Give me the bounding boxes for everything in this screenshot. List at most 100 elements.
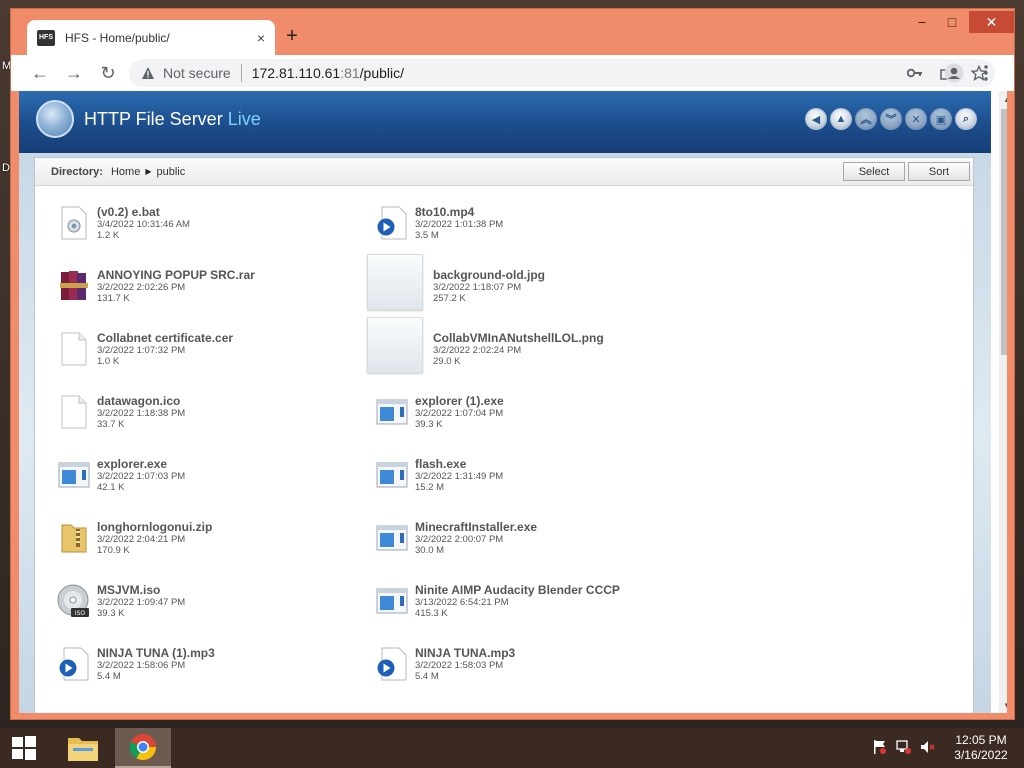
file-name[interactable]: datawagon.ico — [97, 394, 180, 408]
executable-icon — [375, 583, 409, 619]
file-item[interactable]: explorer.exe 3/2/2022 1:07:03 PM 42.1 K — [57, 457, 357, 513]
back-icon[interactable]: ◀ — [805, 108, 827, 130]
file-size: 30.0 M — [415, 545, 445, 556]
file-name[interactable]: CollabVMInANutshellLOL.png — [433, 331, 604, 345]
file-size: 131.7 K — [97, 293, 130, 304]
breadcrumb-arrow-icon: ▶ — [145, 167, 152, 176]
file-item[interactable]: flash.exe 3/2/2022 1:31:49 PM 15.2 M — [375, 457, 675, 513]
forward-button[interactable]: → — [59, 58, 89, 88]
warning-icon[interactable] — [141, 66, 155, 80]
maximize-button[interactable]: □ — [937, 11, 967, 33]
system-clock[interactable]: 12:05 PM 3/16/2022 — [948, 733, 1014, 763]
volume-muted-icon[interactable] — [920, 738, 936, 756]
file-date: 3/2/2022 2:00:07 PM — [415, 534, 504, 545]
file-name[interactable]: explorer.exe — [97, 457, 167, 471]
file-name[interactable]: ANNOYING POPUP SRC.rar — [97, 268, 255, 282]
directory-label: Directory: — [51, 165, 103, 178]
lock-icon[interactable]: ▣ — [930, 108, 952, 130]
file-item[interactable]: background-old.jpg 3/2/2022 1:18:07 PM 2… — [367, 254, 667, 310]
file-item[interactable]: MinecraftInstaller.exe 3/2/2022 2:00:07 … — [375, 520, 675, 576]
file-item[interactable]: ISO MSJVM.iso 3/2/2022 1:09:47 PM 39.3 K — [57, 583, 357, 639]
new-tab-button[interactable]: + — [279, 23, 305, 49]
page-viewport: HTTP File Server Live ◀ ▲ ︽ ︾ ✕ ▣ ⌕ Dire… — [19, 91, 1007, 713]
file-item[interactable]: explorer (1).exe 3/2/2022 1:07:04 PM 39.… — [375, 394, 675, 450]
image-thumbnail[interactable] — [367, 254, 423, 310]
file-item[interactable]: longhornlogonui.zip 3/2/2022 2:04:21 PM … — [57, 520, 357, 576]
svg-text:ISO: ISO — [75, 610, 86, 617]
file-name[interactable]: longhornlogonui.zip — [97, 520, 212, 534]
file-item[interactable]: Ninite AIMP Audacity Blender CCCP 3/13/2… — [375, 583, 675, 639]
hfs-favicon-icon: HFS — [37, 29, 55, 46]
file-date: 3/2/2022 1:31:49 PM — [415, 471, 504, 482]
sort-button[interactable]: Sort — [908, 162, 970, 181]
close-window-button[interactable]: ✕ — [969, 11, 1014, 33]
chrome-icon[interactable] — [115, 728, 171, 768]
up-icon[interactable]: ▲ — [830, 108, 852, 130]
file-name[interactable]: 8to10.mp4 — [415, 205, 474, 219]
scroll-down-icon[interactable]: ▼ — [999, 697, 1007, 713]
file-name[interactable]: MinecraftInstaller.exe — [415, 520, 537, 534]
file-date: 3/2/2022 2:02:24 PM — [433, 345, 522, 356]
executable-icon — [375, 457, 409, 493]
file-name[interactable]: background-old.jpg — [433, 268, 545, 282]
desktop-icon-label[interactable]: D — [2, 162, 10, 174]
file-size: 3.5 M — [415, 230, 439, 241]
file-item[interactable]: (v0.2) e.bat 3/4/2022 10:31:46 AM 1.2 K — [57, 205, 357, 261]
back-button[interactable]: ← — [25, 58, 55, 88]
file-name[interactable]: (v0.2) e.bat — [97, 205, 160, 219]
file-item[interactable]: NINJA TUNA.mp3 3/2/2022 1:58:03 PM 5.4 M — [375, 646, 675, 702]
executable-icon — [375, 520, 409, 556]
collapse-icon[interactable]: ︾ — [880, 108, 902, 130]
reload-button[interactable]: ↻ — [93, 58, 123, 88]
file-name[interactable]: explorer (1).exe — [415, 394, 504, 408]
address-bar[interactable]: Not secure 172.81.110.61:81/public/ — [129, 59, 995, 87]
file-name[interactable]: NINJA TUNA.mp3 — [415, 646, 515, 660]
file-date: 3/2/2022 1:58:06 PM — [97, 660, 186, 671]
image-thumbnail[interactable] — [367, 317, 423, 373]
media-file-icon — [375, 205, 409, 241]
file-size: 39.3 K — [415, 419, 443, 430]
file-item[interactable]: Collabnet certificate.cer 3/2/2022 1:07:… — [57, 331, 357, 387]
vertical-scrollbar[interactable]: ▲ ▼ — [999, 91, 1007, 713]
file-explorer-icon[interactable] — [55, 728, 111, 768]
minimize-button[interactable]: − — [907, 11, 937, 33]
scrollbar-thumb[interactable] — [1001, 109, 1007, 355]
file-name[interactable]: Ninite AIMP Audacity Blender CCCP — [415, 583, 620, 597]
file-item[interactable]: CollabVMInANutshellLOL.png 3/2/2022 2:02… — [367, 317, 667, 373]
clock-date: 3/16/2022 — [954, 748, 1008, 762]
file-name[interactable]: MSJVM.iso — [97, 583, 160, 597]
tab-title: HFS - Home/public/ — [65, 30, 170, 45]
breadcrumb-public[interactable]: public — [156, 166, 185, 178]
search-icon[interactable]: ⌕ — [955, 108, 977, 130]
file-item[interactable]: NINJA TUNA (1).mp3 3/2/2022 1:58:06 PM 5… — [57, 646, 357, 702]
action-center-flag-icon[interactable] — [872, 738, 888, 756]
file-name[interactable]: NINJA TUNA (1).mp3 — [97, 646, 215, 660]
security-label[interactable]: Not secure — [163, 65, 231, 81]
select-button[interactable]: Select — [843, 162, 905, 181]
start-button[interactable] — [0, 728, 48, 768]
file-size: 257.2 K — [433, 293, 466, 304]
file-item[interactable]: ANNOYING POPUP SRC.rar 3/2/2022 2:02:26 … — [57, 268, 357, 324]
menu-icon[interactable] — [971, 58, 1001, 88]
scroll-up-icon[interactable]: ▲ — [999, 91, 1007, 107]
batch-file-icon — [57, 205, 91, 241]
browser-toolbar: ← → ↻ Not secure 172.81.110.61:81/public… — [11, 55, 1014, 91]
file-name[interactable]: flash.exe — [415, 457, 466, 471]
close-icon[interactable]: ✕ — [905, 108, 927, 130]
file-item[interactable]: datawagon.ico 3/2/2022 1:18:38 PM 33.7 K — [57, 394, 357, 450]
key-icon[interactable] — [899, 59, 931, 87]
tab-close-icon[interactable]: × — [257, 30, 265, 46]
executable-icon — [57, 457, 91, 493]
profile-icon[interactable] — [939, 58, 969, 88]
network-icon[interactable] — [896, 738, 912, 756]
url-text[interactable]: 172.81.110.61:81/public/ — [252, 65, 404, 81]
file-name[interactable]: Collabnet certificate.cer — [97, 331, 233, 345]
expand-icon[interactable]: ︽ — [855, 108, 877, 130]
breadcrumb-home[interactable]: Home — [111, 166, 140, 178]
system-tray — [872, 738, 936, 756]
file-size: 39.3 K — [97, 608, 125, 619]
browser-tab[interactable]: HFS HFS - Home/public/ × — [27, 20, 275, 55]
file-item[interactable]: 8to10.mp4 3/2/2022 1:01:38 PM 3.5 M — [375, 205, 675, 261]
file-size: 42.1 K — [97, 482, 125, 493]
page-title: HTTP File Server Live — [84, 109, 261, 129]
